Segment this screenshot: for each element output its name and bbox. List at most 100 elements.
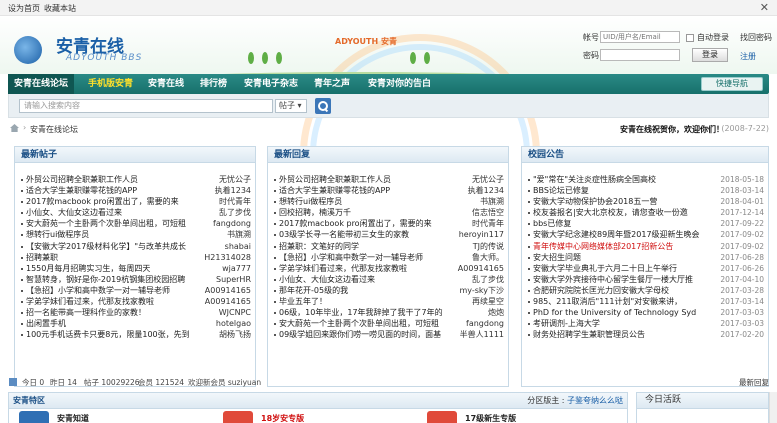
item-title[interactable]: 适合大学生兼职赚零花钱的APP — [279, 185, 390, 196]
list-item[interactable]: 合肥研究院院长匡光力回安徽大学母校 2017-03-28 — [522, 285, 768, 296]
list-item[interactable]: 安徽大学毕业典礼于六月二十日上午举行 2017-06-26 — [522, 263, 768, 274]
home-icon[interactable] — [10, 124, 19, 132]
close-icon[interactable]: ✕ — [760, 1, 769, 14]
bookmark-link[interactable]: 收藏本站 — [44, 3, 76, 14]
list-item[interactable]: 2017款macbook pro闲置出了，需要的来 时代青年 — [268, 218, 508, 229]
latest-replies-link[interactable]: 最新回复 — [739, 377, 769, 388]
item-author[interactable]: 时代青年 — [219, 196, 251, 207]
item-title[interactable]: 那年花开-05级的我 — [279, 285, 348, 296]
item-title[interactable]: 2017款macbook pro闲置出了，需要的来 — [279, 218, 432, 229]
item-author[interactable]: H21314028 — [204, 252, 251, 263]
list-item[interactable]: 安大招生问题 2017-06-28 — [522, 252, 768, 263]
item-author[interactable]: shabai — [225, 241, 251, 252]
list-item[interactable]: 985、211取消后"111计划"对安徽来讲， 2017-03-14 — [522, 296, 768, 307]
list-item[interactable]: 外贸公司招聘全职兼职工作人员 无忧公子 — [268, 174, 508, 185]
search-input[interactable]: 请输入搜索内容 — [19, 99, 273, 113]
item-title[interactable]: 校友荟报名|安大北京校友，请您查收一份邀 — [533, 207, 688, 218]
list-item[interactable]: 青年传媒中心网络媒体部2017招新公告 2017-09-02 — [522, 241, 768, 252]
item-title[interactable]: 毕业五年了！ — [279, 296, 327, 307]
item-author[interactable]: 书旗溯 — [480, 196, 504, 207]
list-item[interactable]: 毕业五年了！ 再续星空 — [268, 296, 508, 307]
item-title[interactable]: 安徽大学外宾接待中心留学生餐厅一楼大厅推 — [533, 274, 693, 285]
forum-name[interactable]: 17级新生专版 — [465, 413, 516, 423]
list-item[interactable]: 安徽大学纪念建校89周年暨2017级迎新生晚会 2017-09-02 — [522, 229, 768, 240]
item-author[interactable]: 鲁大师。 — [472, 252, 504, 263]
item-title[interactable]: 回校招聘，楠溪万千 — [279, 207, 351, 218]
moderator-name[interactable]: 子鉴夸纳么么哒 — [567, 396, 623, 405]
item-title[interactable]: 学弟学妹们看过来，代那友找家教啦 — [279, 263, 407, 274]
item-author[interactable]: 执着1234 — [468, 185, 504, 196]
zone-title[interactable]: 安青特区 — [13, 396, 45, 405]
search-scope-select[interactable]: 帖子 ▾ — [275, 99, 307, 113]
quick-nav-button[interactable]: 快捷导航 — [701, 77, 763, 91]
forum-name[interactable]: 18岁安专版 — [261, 413, 304, 423]
item-author[interactable]: 时代青年 — [472, 218, 504, 229]
item-title[interactable]: 09级学姐回来跟你们唠一唠见面的时间，面基 — [279, 329, 441, 340]
item-author[interactable]: my-sky下沙 — [459, 285, 504, 296]
list-item[interactable]: BBS论坛已修复 2018-03-14 — [522, 185, 768, 196]
nav-item-home[interactable]: 安青在线 — [148, 74, 184, 94]
list-item[interactable]: 想转行ui做程序员 书旗溯 — [15, 229, 255, 240]
item-title[interactable]: 【安徽大学2017级材料化学】"与改革共成长 — [26, 241, 186, 252]
forum-icon[interactable] — [19, 411, 49, 423]
item-title[interactable]: 2017款macbook pro闲置出了，需要的来 — [26, 196, 179, 207]
item-author[interactable]: 半兽人1111 — [460, 329, 504, 340]
item-title[interactable]: 1550月每月招聘实习生，每周四天 — [26, 263, 150, 274]
list-item[interactable]: 1550月每月招聘实习生，每周四天 wja777 — [15, 263, 255, 274]
list-item[interactable]: 想转行ui做程序员 书旗溯 — [268, 196, 508, 207]
list-item[interactable]: 考研调剂-上海大学 2017-03-03 — [522, 318, 768, 329]
item-author[interactable]: wja777 — [222, 263, 251, 274]
item-title[interactable]: 青年传媒中心网络媒体部2017招新公告 — [533, 241, 673, 252]
list-item[interactable]: PhD for the University of Technology Syd… — [522, 307, 768, 318]
item-title[interactable]: 【急招】小学和高中数学一对一辅导老师 — [26, 285, 170, 296]
password-input[interactable] — [600, 49, 680, 61]
list-item[interactable]: 出闲置手机 hotelgao — [15, 318, 255, 329]
list-item[interactable]: 招一名能带高一理科作业的家教！ WJCNPC — [15, 307, 255, 318]
list-item[interactable]: 小仙女、大仙女这边看过来 乱了步伐 — [15, 207, 255, 218]
item-author[interactable]: 乱了步伐 — [472, 274, 504, 285]
item-title[interactable]: 出闲置手机 — [26, 318, 66, 329]
list-item[interactable]: 学弟学妹们看过来，代那友找家教啦 A00914165 — [15, 296, 255, 307]
list-item[interactable]: 适合大学生兼职赚零花钱的APP 执着1234 — [15, 185, 255, 196]
list-item[interactable]: "爱"常在"关注炎症性肠病全国高校 2018-05-18 — [522, 174, 768, 185]
logo-icon[interactable] — [14, 36, 42, 64]
list-item[interactable]: 100元手机话费卡只要8元，限量100张，先到 胡杨飞扬 — [15, 329, 255, 340]
item-author[interactable]: TJ的传说 — [473, 241, 504, 252]
item-author[interactable]: hotelgao — [216, 318, 251, 329]
item-title[interactable]: 【急招】小学和高中数学一对一辅导老师 — [279, 252, 423, 263]
auto-login-checkbox[interactable] — [686, 34, 694, 42]
item-title[interactable]: 想转行ui做程序员 — [26, 229, 89, 240]
item-title[interactable]: 合肥研究院院长匡光力回安徽大学母校 — [533, 285, 669, 296]
nav-item-mobile[interactable]: 手机版安青 — [88, 74, 133, 94]
item-title[interactable]: BBS论坛已修复 — [533, 185, 589, 196]
item-author[interactable]: 炮炮 — [488, 307, 504, 318]
search-button[interactable] — [315, 98, 331, 114]
item-author[interactable]: 无忧公子 — [472, 174, 504, 185]
list-item[interactable]: 安徽大学动物保护协会2018五一营 2018-04-01 — [522, 196, 768, 207]
item-title[interactable]: 外贸公司招聘全职兼职工作人员 — [279, 174, 391, 185]
item-title[interactable]: "爱"常在"关注炎症性肠病全国高校 — [533, 174, 656, 185]
list-item[interactable]: 外贸公司招聘全职兼职工作人员 无忧公子 — [15, 174, 255, 185]
item-title[interactable]: 学弟学妹们看过来，代那友找家教啦 — [26, 296, 154, 307]
list-item[interactable]: 那年花开-05级的我 my-sky下沙 — [268, 285, 508, 296]
nav-item-confession[interactable]: 安青对你的告白 — [368, 74, 431, 94]
list-item[interactable]: 06级，10年毕业，17年我辞掉了我干了7年的 炮炮 — [268, 307, 508, 318]
list-item[interactable]: 2017款macbook pro闲置出了，需要的来 时代青年 — [15, 196, 255, 207]
item-author[interactable]: SuperHR — [216, 274, 251, 285]
item-author[interactable]: A00914165 — [205, 285, 251, 296]
item-author[interactable]: WJCNPC — [219, 307, 251, 318]
set-homepage-link[interactable]: 设为首页 — [8, 3, 40, 14]
item-title[interactable]: 安徽大学纪念建校89周年暨2017级迎新生晚会 — [533, 229, 700, 240]
item-title[interactable]: 外贸公司招聘全职兼职工作人员 — [26, 174, 138, 185]
item-title[interactable]: bbs已修复 — [533, 218, 571, 229]
list-item[interactable]: 校友荟报名|安大北京校友，请您查收一份邀 2017-12-14 — [522, 207, 768, 218]
item-title[interactable]: 06级，10年毕业，17年我辞掉了我干了7年的 — [279, 307, 443, 318]
item-title[interactable]: 安大招生问题 — [533, 252, 581, 263]
item-title[interactable]: 985、211取消后"111计划"对安徽来讲， — [533, 296, 682, 307]
item-title[interactable]: PhD for the University of Technology Syd — [533, 307, 696, 318]
account-input[interactable] — [600, 31, 680, 43]
list-item[interactable]: 03级学长寻一名能带初三女生的家教 heroyin117 — [268, 229, 508, 240]
login-button[interactable]: 登录 — [692, 48, 728, 62]
item-title[interactable]: 100元手机话费卡只要8元，限量100张，先到 — [26, 329, 190, 340]
list-item[interactable]: 招兼职：文笔好的同学 TJ的传说 — [268, 241, 508, 252]
